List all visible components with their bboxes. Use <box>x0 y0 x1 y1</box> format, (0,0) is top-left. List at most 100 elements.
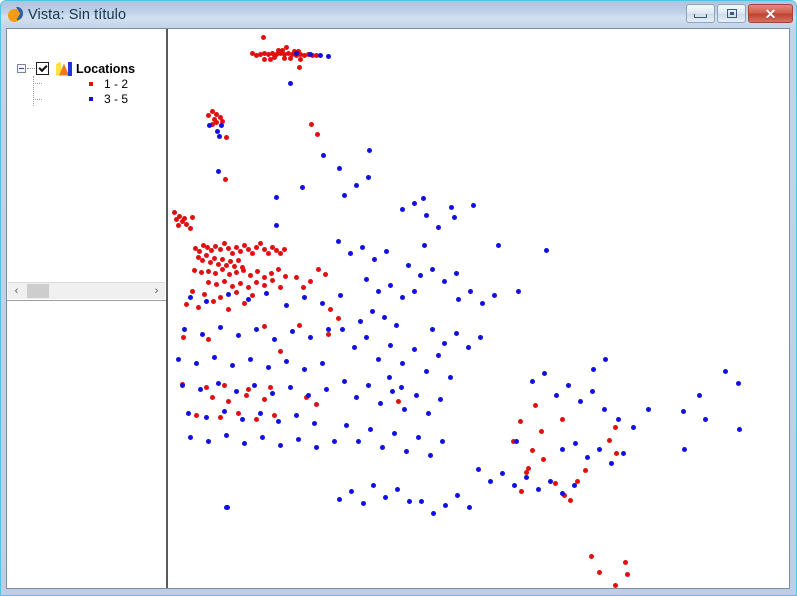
map-point[interactable] <box>290 329 295 334</box>
map-point[interactable] <box>308 52 313 57</box>
map-point[interactable] <box>597 447 602 452</box>
map-point[interactable] <box>349 489 354 494</box>
map-point[interactable] <box>227 272 232 277</box>
map-point[interactable] <box>448 375 453 380</box>
map-point[interactable] <box>402 407 407 412</box>
map-point[interactable] <box>278 349 283 354</box>
map-point[interactable] <box>274 223 279 228</box>
map-point[interactable] <box>354 183 359 188</box>
map-point[interactable] <box>246 285 251 290</box>
map-point[interactable] <box>452 215 457 220</box>
map-point[interactable] <box>208 260 213 265</box>
map-point[interactable] <box>206 280 211 285</box>
map-point[interactable] <box>512 483 517 488</box>
map-point[interactable] <box>174 217 179 222</box>
map-point[interactable] <box>438 397 443 402</box>
map-point[interactable] <box>297 323 302 328</box>
map-point[interactable] <box>261 35 266 40</box>
map-point[interactable] <box>395 487 400 492</box>
map-point[interactable] <box>468 289 473 294</box>
map-point[interactable] <box>206 337 211 342</box>
map-point[interactable] <box>260 435 265 440</box>
map-point[interactable] <box>226 399 231 404</box>
map-point[interactable] <box>553 481 558 486</box>
map-point[interactable] <box>613 583 618 588</box>
map-point[interactable] <box>224 263 229 268</box>
map-point[interactable] <box>336 316 341 321</box>
map-point[interactable] <box>213 271 218 276</box>
map-point[interactable] <box>614 451 619 456</box>
map-point[interactable] <box>234 270 239 275</box>
map-point[interactable] <box>422 243 427 248</box>
map-point[interactable] <box>456 297 461 302</box>
map-point[interactable] <box>274 195 279 200</box>
map-point[interactable] <box>380 445 385 450</box>
map-point[interactable] <box>320 301 325 306</box>
map-point[interactable] <box>218 415 223 420</box>
map-point[interactable] <box>242 301 247 306</box>
map-point[interactable] <box>480 301 485 306</box>
map-point[interactable] <box>254 280 259 285</box>
map-point[interactable] <box>496 243 501 248</box>
map-point[interactable] <box>560 417 565 422</box>
map-point[interactable] <box>478 335 483 340</box>
map-point[interactable] <box>476 467 481 472</box>
map-point[interactable] <box>276 419 281 424</box>
map-point[interactable] <box>283 274 288 279</box>
map-point[interactable] <box>399 385 404 390</box>
map-point[interactable] <box>455 493 460 498</box>
map-point[interactable] <box>211 299 216 304</box>
map-point[interactable] <box>262 397 267 402</box>
map-point[interactable] <box>340 327 345 332</box>
map-point[interactable] <box>407 499 412 504</box>
map-point[interactable] <box>323 272 328 277</box>
scroll-left-icon[interactable]: ‹ <box>8 283 25 299</box>
map-point[interactable] <box>288 81 293 86</box>
map-point[interactable] <box>404 449 409 454</box>
map-point[interactable] <box>294 413 299 418</box>
map-point[interactable] <box>262 57 267 62</box>
map-point[interactable] <box>216 262 221 267</box>
map-point[interactable] <box>300 185 305 190</box>
map-point[interactable] <box>442 341 447 346</box>
map-point[interactable] <box>219 123 224 128</box>
map-point[interactable] <box>224 135 229 140</box>
map-point[interactable] <box>250 251 255 256</box>
map-point[interactable] <box>182 327 187 332</box>
map-point[interactable] <box>269 271 274 276</box>
map-point[interactable] <box>254 245 259 250</box>
map-point[interactable] <box>342 193 347 198</box>
map-point[interactable] <box>366 383 371 388</box>
map-point[interactable] <box>421 196 426 201</box>
map-point[interactable] <box>190 215 195 220</box>
map-point[interactable] <box>308 279 313 284</box>
map-point[interactable] <box>623 560 628 565</box>
map-point[interactable] <box>419 499 424 504</box>
map-point[interactable] <box>390 389 395 394</box>
map-point[interactable] <box>223 177 228 182</box>
map-point[interactable] <box>337 497 342 502</box>
map-point[interactable] <box>226 292 231 297</box>
map-point[interactable] <box>597 570 602 575</box>
map-point[interactable] <box>542 371 547 376</box>
map-point[interactable] <box>436 225 441 230</box>
map-point[interactable] <box>383 495 388 500</box>
map-point[interactable] <box>736 381 741 386</box>
map-point[interactable] <box>430 327 435 332</box>
map-point[interactable] <box>372 257 377 262</box>
map-point[interactable] <box>356 439 361 444</box>
map-point[interactable] <box>328 307 333 312</box>
title-bar[interactable]: Vista: Sin título ✕ <box>1 1 796 28</box>
map-point[interactable] <box>234 290 239 295</box>
map-point[interactable] <box>366 175 371 180</box>
map-point[interactable] <box>533 403 538 408</box>
map-point[interactable] <box>454 271 459 276</box>
map-point[interactable] <box>723 369 728 374</box>
map-point[interactable] <box>442 279 447 284</box>
map-point[interactable] <box>338 293 343 298</box>
map-point[interactable] <box>218 247 223 252</box>
map-point[interactable] <box>284 303 289 308</box>
map-point[interactable] <box>282 56 287 61</box>
map-point[interactable] <box>585 455 590 460</box>
map-point[interactable] <box>264 291 269 296</box>
